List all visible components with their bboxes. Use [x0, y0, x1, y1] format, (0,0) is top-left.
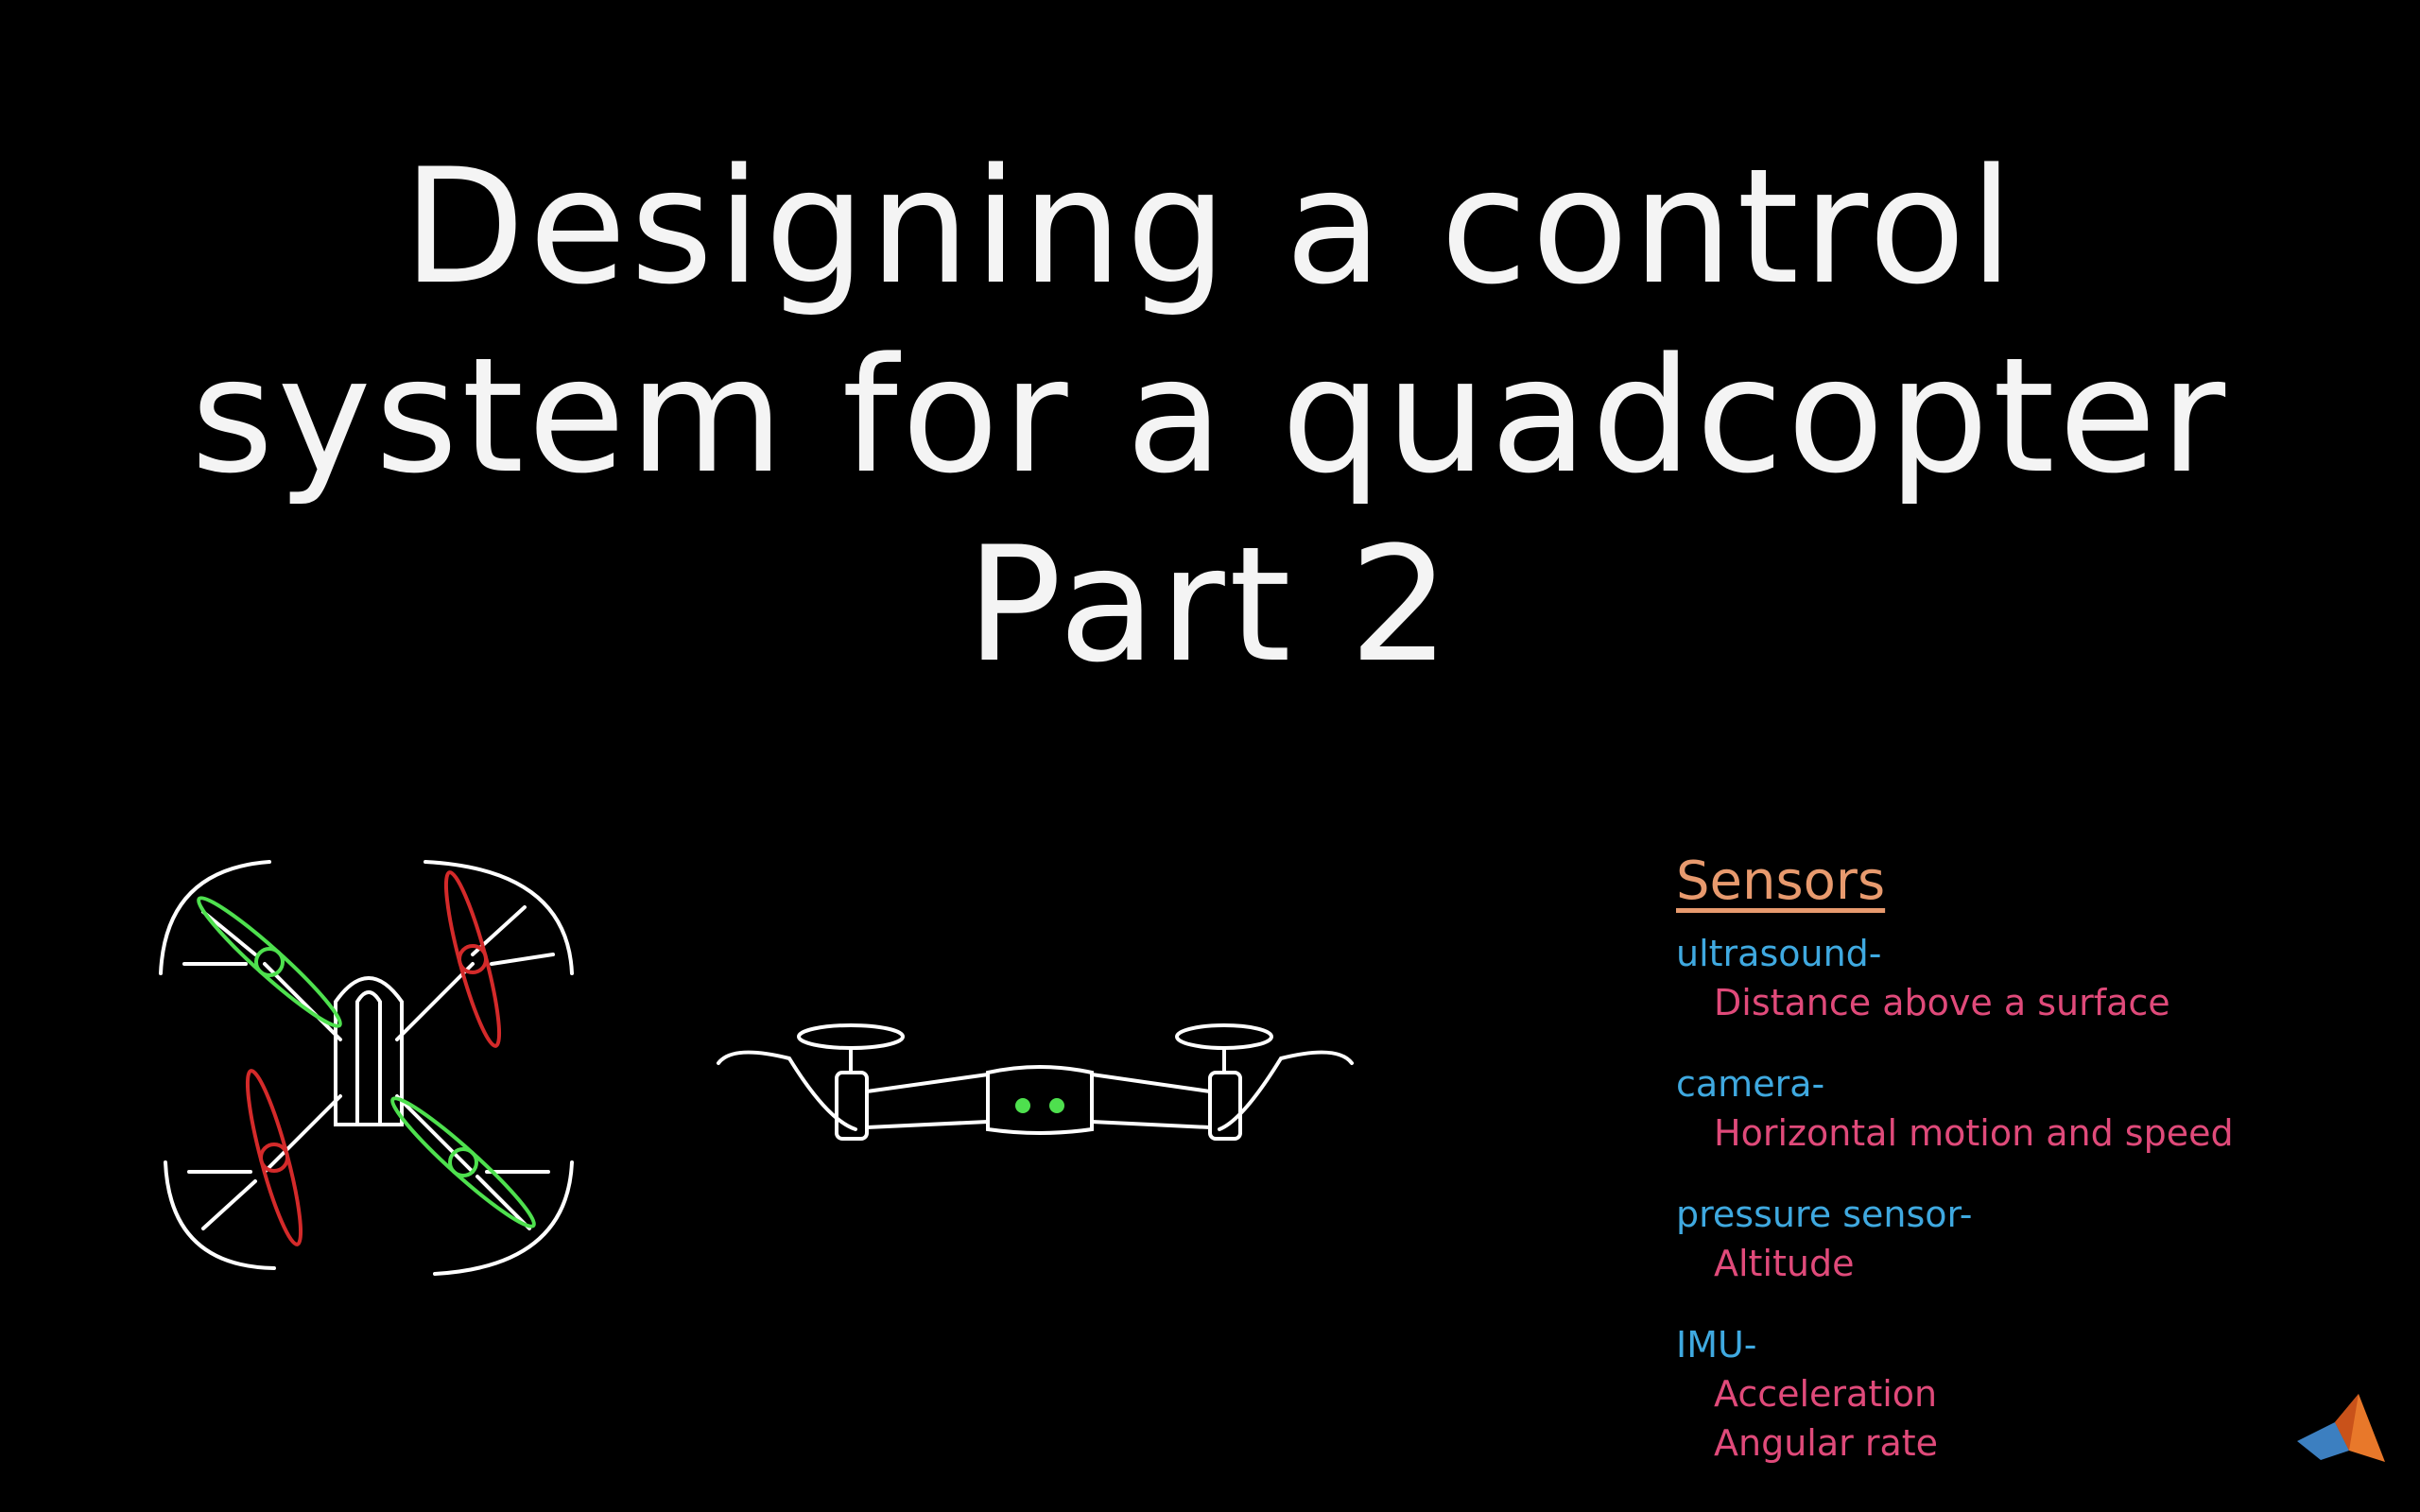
matlab-logo-icon [2297, 1394, 2385, 1462]
sensor-name: ultrasound- [1676, 933, 1882, 974]
title-line-3: Part 2 [966, 512, 1454, 697]
title: Designing a control system for a quadcop… [0, 132, 2420, 699]
sensor-name: IMU- [1676, 1324, 1757, 1366]
title-line-1: Designing a control [403, 134, 2017, 319]
sensor-camera: camera- Horizontal motion and speed [1676, 1059, 2338, 1158]
sensors-heading: Sensors [1676, 850, 1886, 912]
sensors-list: Sensors ultrasound- Distance above a sur… [1676, 850, 2338, 1500]
sensor-pressure: pressure sensor- Altitude [1676, 1190, 2338, 1288]
sensor-detail: Altitude [1714, 1243, 1855, 1284]
title-line-2: system for a quadcopter [190, 323, 2230, 508]
sensor-name: camera- [1676, 1063, 1825, 1105]
sensor-name: pressure sensor- [1676, 1194, 1973, 1235]
sensor-imu: IMU- Acceleration Angular rate [1676, 1320, 2338, 1468]
sensor-detail: Horizontal motion and speed [1714, 1112, 2234, 1154]
quadcopter-side-view-drawing [717, 1023, 1354, 1141]
sensor-detail: Acceleration [1714, 1373, 1938, 1415]
sensor-ultrasound: ultrasound- Distance above a surface [1676, 929, 2338, 1027]
sensor-detail: Angular rate [1714, 1422, 1939, 1464]
quadcopter-top-view-drawing [159, 860, 574, 1276]
sensor-detail: Distance above a surface [1714, 982, 2170, 1023]
